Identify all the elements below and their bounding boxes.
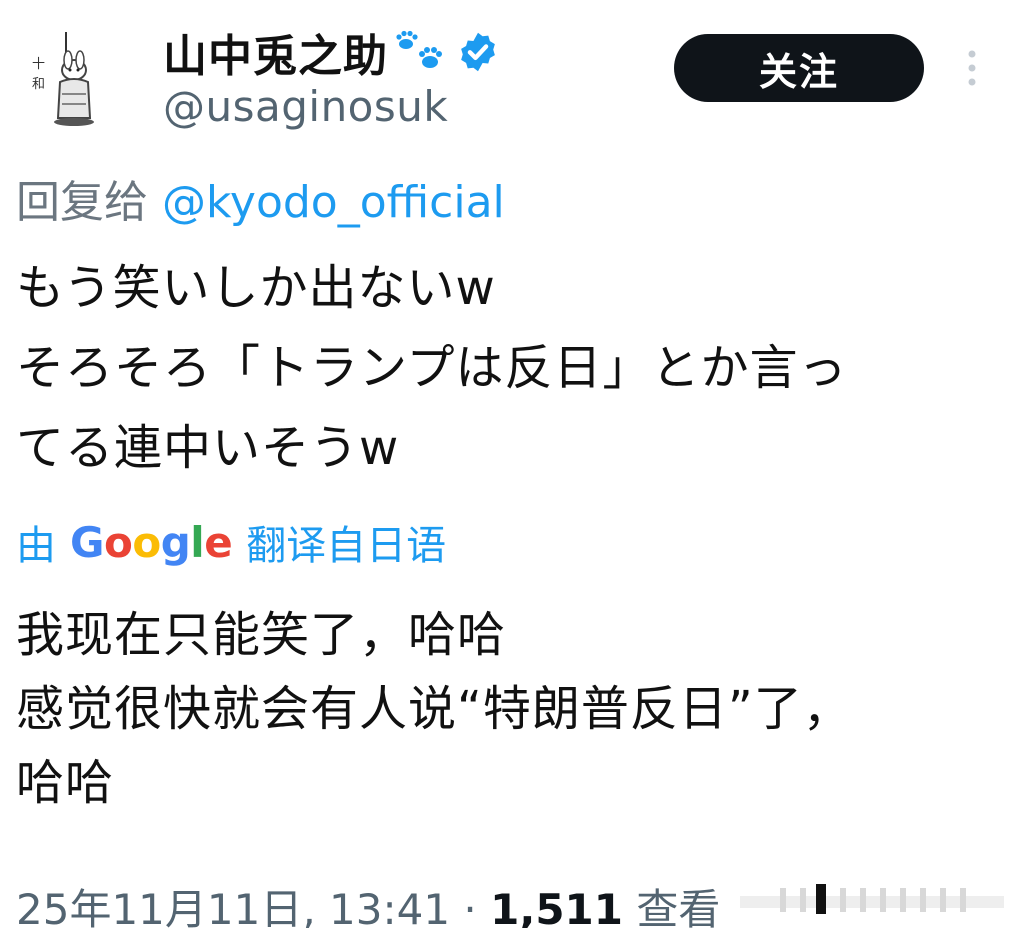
watermark — [740, 884, 1004, 914]
reply-target-link[interactable]: @kyodo_official — [162, 177, 505, 228]
tweet-original-text: もう笑いしか出ないw そろそろ「トランプは反日」とか言っ てる連中いそうw — [16, 248, 996, 488]
original-line: そろそろ「トランプは反日」とか言っ — [16, 340, 848, 396]
google-logo: Google — [70, 517, 233, 567]
reply-prefix: 回复给 — [16, 177, 148, 228]
original-line: もう笑いしか出ないw — [16, 260, 496, 316]
reply-context: 回复给 @kyodo_official — [16, 166, 505, 230]
translated-line: 感觉很快就会有人说“特朗普反日”了， — [16, 681, 852, 737]
translation-label[interactable]: 由 Google 翻译自日语 — [16, 512, 446, 572]
tweet-translated-text: 我现在只能笑了，哈哈 感觉很快就会有人说“特朗普反日”了， 哈哈 — [16, 598, 996, 820]
translated-line: 哈哈 — [16, 755, 115, 811]
views-count: 1,511 — [490, 885, 623, 928]
tweet-timestamp[interactable]: 25年11月11日, 13:41 · — [16, 885, 477, 928]
translation-prefix: 由 — [16, 523, 56, 569]
user-handle[interactable]: @usaginosuk — [163, 82, 448, 131]
tweet-detail-view: 十 和 山中兎之助 @usaginosuk 关注 回复给 @kyodo_offi… — [0, 0, 1016, 928]
svg-text:和: 和 — [32, 77, 45, 92]
translated-line: 我现在只能笑了，哈哈 — [16, 607, 507, 663]
tweet-meta: 25年11月11日, 13:41 · 1,511 查看 — [16, 876, 720, 928]
views-label: 查看 — [636, 885, 721, 928]
original-line: てる連中いそうw — [16, 420, 400, 476]
verified-badge-icon — [461, 32, 495, 72]
display-name-row: 山中兎之助 — [163, 20, 500, 84]
display-name[interactable]: 山中兎之助 — [163, 20, 388, 84]
follow-button[interactable]: 关注 — [674, 34, 924, 102]
translation-suffix: 翻译自日语 — [246, 523, 447, 569]
svg-text:十: 十 — [32, 57, 45, 72]
vertical-ellipsis-icon[interactable] — [962, 48, 982, 92]
avatar[interactable]: 十 和 — [26, 30, 106, 130]
paw-prints-icon — [396, 30, 442, 68]
